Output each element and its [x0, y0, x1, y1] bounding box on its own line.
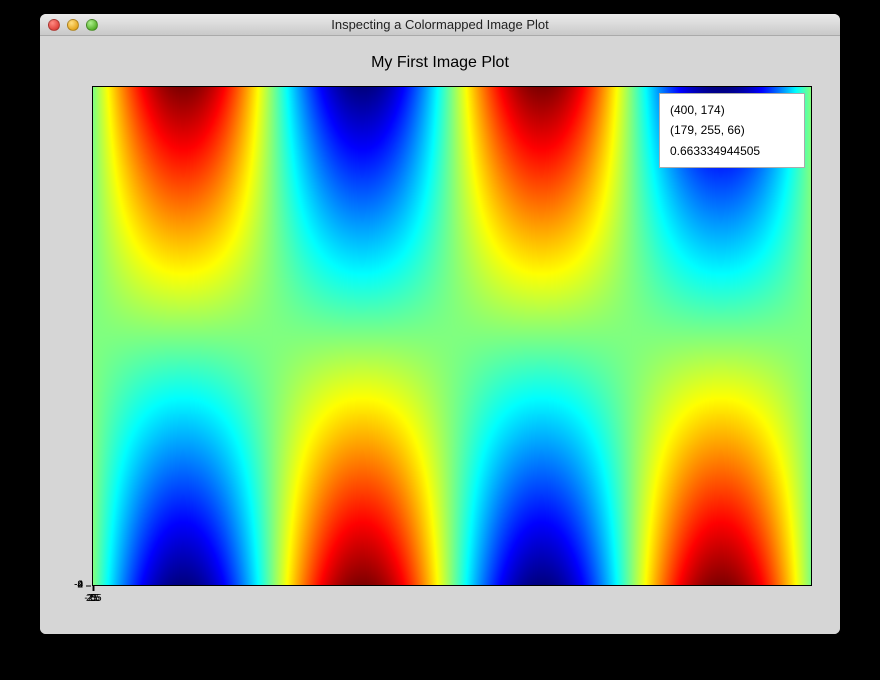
app-window: Inspecting a Colormapped Image Plot My F…: [40, 14, 840, 634]
titlebar[interactable]: Inspecting a Colormapped Image Plot: [40, 14, 840, 36]
chart-title: My First Image Plot: [40, 54, 840, 72]
content-area: My First Image Plot 4 2 0 -2 -4 -5 -2.5 …: [40, 36, 840, 634]
inspector-rgb: (179, 255, 66): [670, 120, 794, 140]
inspector-pixel: (400, 174): [670, 100, 794, 120]
zoom-icon[interactable]: [86, 19, 98, 31]
inspector-value: 0.663334944505: [670, 141, 794, 161]
y-tick: -4: [74, 580, 83, 591]
close-icon[interactable]: [48, 19, 60, 31]
image-inspector-overlay: (400, 174) (179, 255, 66) 0.663334944505: [659, 93, 805, 168]
window-title: Inspecting a Colormapped Image Plot: [40, 17, 840, 32]
traffic-lights: [48, 19, 98, 31]
plot-area[interactable]: 4 2 0 -2 -4 -5 -2.5 0 2.5 5 (400, 174) (…: [92, 86, 812, 586]
x-tick: 5: [90, 593, 96, 604]
minimize-icon[interactable]: [67, 19, 79, 31]
